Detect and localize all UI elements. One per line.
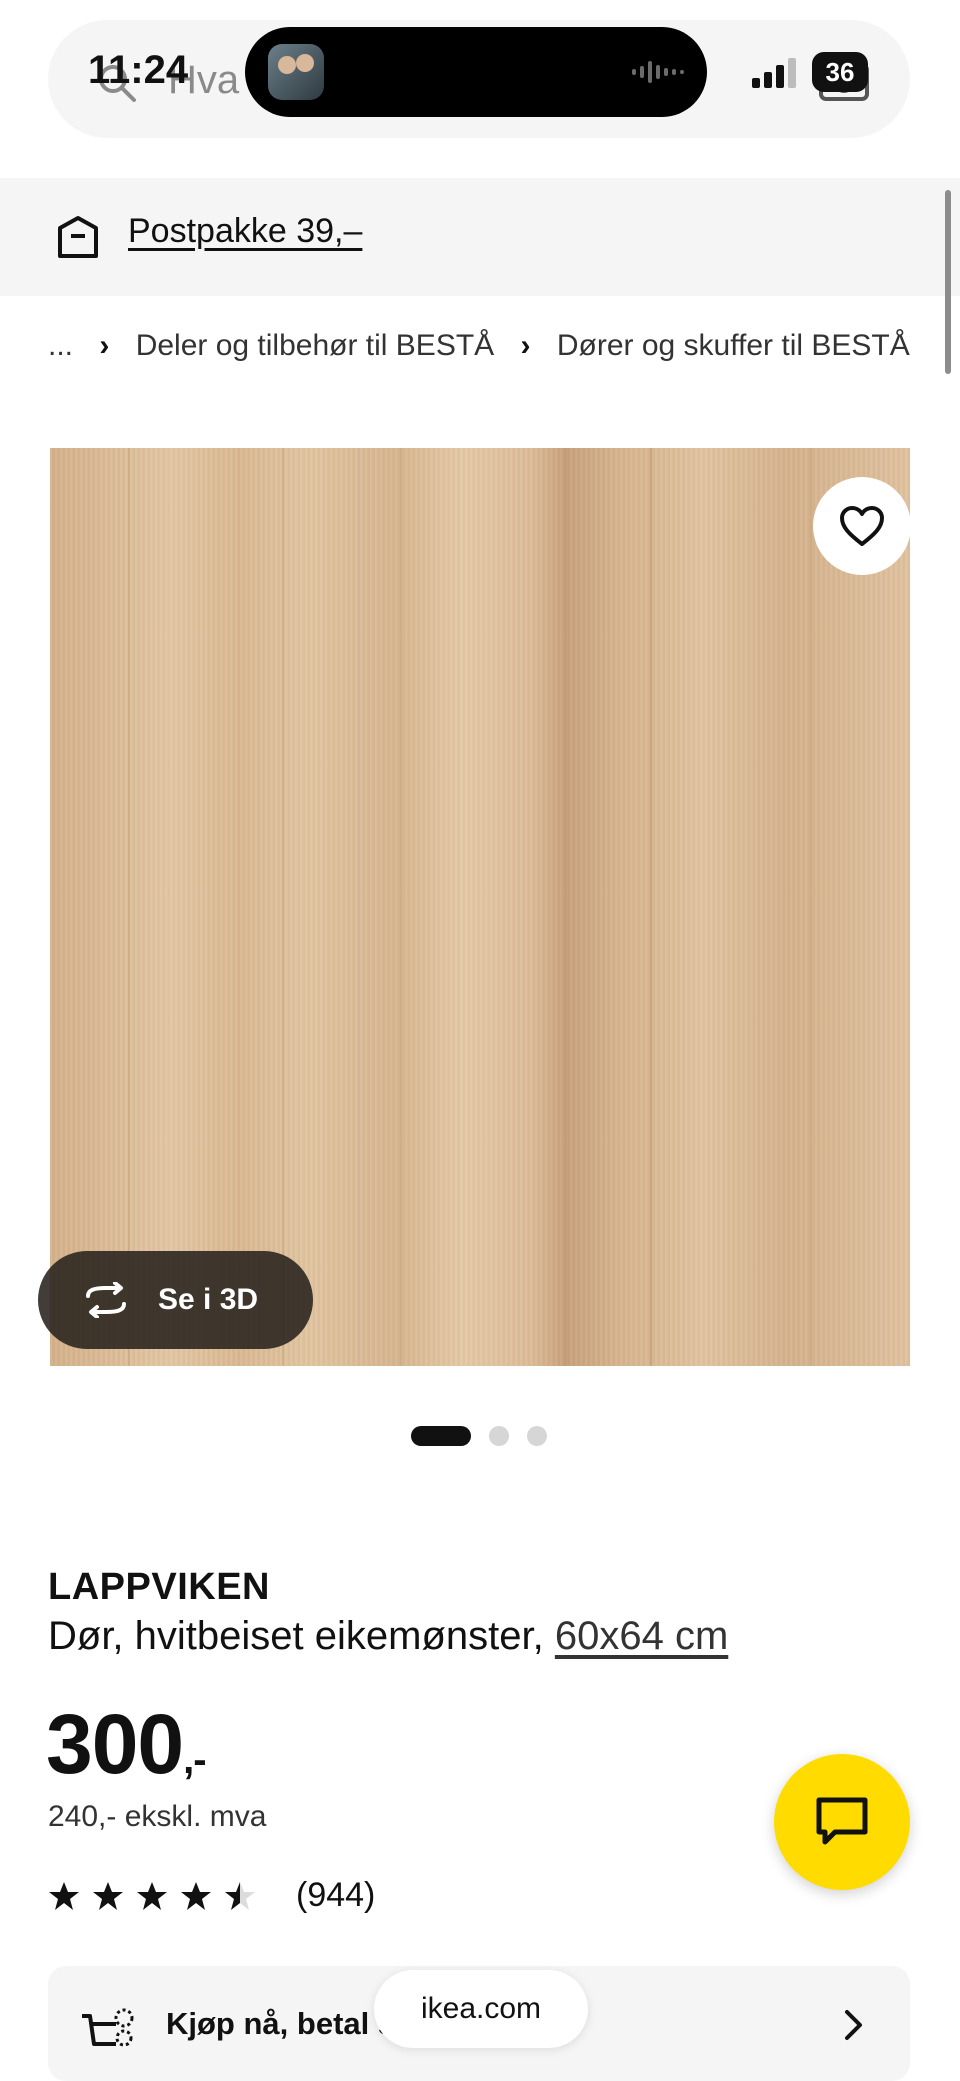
breadcrumb-item-doors[interactable]: Dører og skuffer til BESTÅ: [557, 329, 910, 362]
view-3d-label: Se i 3D: [158, 1283, 259, 1316]
favorite-button[interactable]: [813, 477, 911, 575]
product-image[interactable]: [50, 448, 910, 1366]
star-icon: [93, 1881, 123, 1910]
product-size-link[interactable]: 60x64 cm: [555, 1614, 728, 1658]
chat-button[interactable]: [774, 1754, 910, 1890]
browser-url-pill[interactable]: ikea.com: [374, 1970, 588, 2048]
chevron-right-icon: ›: [99, 329, 110, 363]
now-playing-artwork: [268, 44, 324, 100]
box-icon: [58, 216, 98, 258]
price-excl-vat: 240,- ekskl. mva: [48, 1800, 267, 1833]
chevron-right-icon: ›: [520, 329, 531, 363]
price-value: 300: [46, 1697, 184, 1791]
carousel-dot-3[interactable]: [527, 1426, 547, 1446]
product-price: 300,-: [46, 1696, 207, 1793]
audio-wave-icon: [632, 61, 684, 83]
carousel-dot-1[interactable]: [411, 1426, 471, 1446]
carousel-pagination: [411, 1426, 547, 1446]
breadcrumb-ellipsis[interactable]: ...: [48, 329, 73, 362]
star-icon: [137, 1881, 167, 1910]
review-count[interactable]: (944): [296, 1876, 375, 1915]
product-name: LAPPVIKEN: [48, 1566, 270, 1608]
view-3d-button[interactable]: Se i 3D: [38, 1251, 313, 1349]
breadcrumb-item-parts[interactable]: Deler og tilbehør til BESTÅ: [136, 329, 494, 362]
cellular-signal-icon: [752, 58, 796, 88]
chat-icon: [816, 1797, 868, 1845]
product-rating[interactable]: (944): [48, 1876, 375, 1915]
scrollbar[interactable]: [945, 190, 951, 374]
battery-indicator: 36: [812, 52, 868, 92]
status-time: 11:24: [88, 48, 189, 92]
heart-icon: [840, 506, 884, 546]
delivery-price-link[interactable]: Postpakke 39,–: [128, 212, 362, 251]
product-type: Dør, hvitbeiset eikemønster,: [48, 1614, 544, 1658]
carousel-dot-2[interactable]: [489, 1426, 509, 1446]
rotate-3d-icon: [86, 1282, 126, 1318]
half-star-icon: [225, 1881, 255, 1910]
star-icon: [49, 1881, 79, 1910]
product-description: Dør, hvitbeiset eikemønster, 60x64 cm: [48, 1614, 728, 1659]
star-icon: [181, 1881, 211, 1910]
chevron-right-icon: [845, 2010, 862, 2040]
price-suffix: ,-: [183, 1738, 206, 1782]
cart-icon: [82, 2008, 134, 2047]
breadcrumb: ... › Deler og tilbehør til BESTÅ › Døre…: [48, 328, 910, 363]
